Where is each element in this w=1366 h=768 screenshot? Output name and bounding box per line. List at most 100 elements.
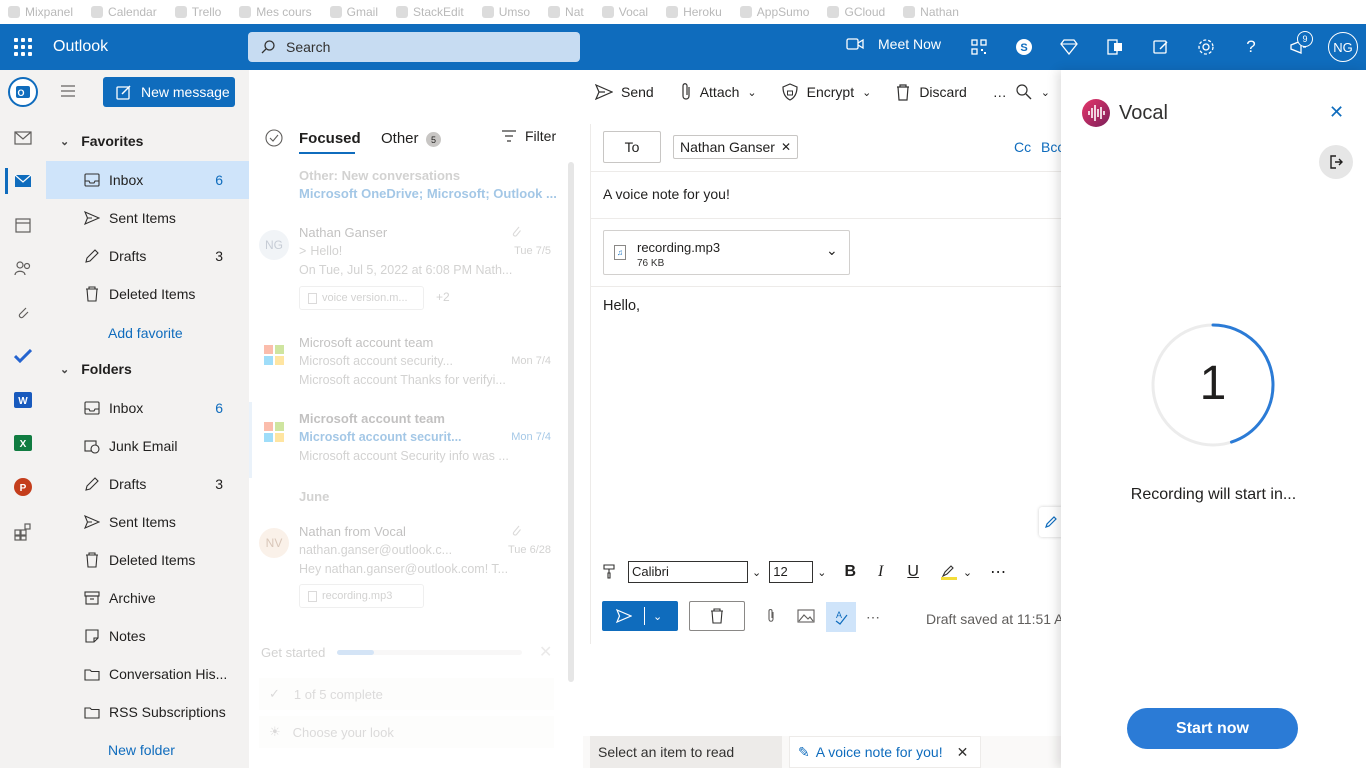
start-now-button[interactable]: Start now <box>1127 708 1298 749</box>
bookmark-item[interactable]: StackEdit <box>396 5 464 19</box>
list-scrollbar[interactable] <box>568 162 574 682</box>
other-banner-title[interactable]: Other: New conversations <box>299 168 460 183</box>
folder-item-inbox[interactable]: Inbox 6 <box>46 389 249 427</box>
recipient-chip[interactable]: Nathan Ganser ✕ <box>673 135 799 159</box>
mail-outline-icon[interactable] <box>0 120 46 156</box>
to-button[interactable]: To <box>603 131 661 163</box>
folder-item-junk-email[interactable]: Junk Email <box>46 427 249 465</box>
filter-button[interactable]: Filter <box>501 128 556 144</box>
font-family-input[interactable]: Calibri <box>628 561 748 583</box>
new-folder-link[interactable]: New folder <box>108 742 175 758</box>
chevron-down-icon[interactable]: ⌄ <box>752 566 761 579</box>
sign-out-icon[interactable] <box>1319 145 1353 179</box>
subject-field[interactable]: A voice note for you! <box>603 186 730 202</box>
folder-item-deleted-items[interactable]: Deleted Items <box>46 275 249 313</box>
list-item[interactable]: NV Nathan from Vocal nathan.ganser@outlo… <box>249 522 571 617</box>
folder-item-rss-subscriptions[interactable]: RSS Subscriptions <box>46 693 249 731</box>
more-apps-icon[interactable] <box>0 514 46 550</box>
excel-icon[interactable]: X <box>0 425 46 461</box>
bookmark-item[interactable]: GCloud <box>827 5 885 19</box>
discard-draft-button[interactable] <box>689 601 745 631</box>
todo-check-icon[interactable] <box>0 338 46 374</box>
bookmark-item[interactable]: Nathan <box>903 5 959 19</box>
remove-recipient-icon[interactable]: ✕ <box>781 140 791 154</box>
search-box[interactable]: Search <box>248 32 580 62</box>
more-options-zoom-button[interactable]: … ⌄ <box>993 83 1050 101</box>
bookmark-item[interactable]: Gmail <box>329 5 378 19</box>
skype-icon[interactable]: S <box>1013 36 1035 58</box>
word-icon[interactable]: W <box>0 382 46 418</box>
chevron-down-icon[interactable]: ⌄ <box>963 566 972 579</box>
folder-item-sent-items[interactable]: Sent Items <box>46 503 249 541</box>
add-favorite-link[interactable]: Add favorite <box>108 325 183 341</box>
user-avatar[interactable]: NG <box>1328 32 1358 62</box>
discard-button[interactable]: Discard <box>895 83 967 101</box>
attach-button[interactable]: Attach ⌄ <box>680 83 757 101</box>
settings-gear-icon[interactable] <box>1195 36 1217 58</box>
read-hint-tab[interactable]: Select an item to read <box>590 736 782 768</box>
collapse-menu-icon[interactable] <box>60 84 76 100</box>
bookmark-item[interactable]: Heroku <box>666 5 722 19</box>
italic-icon[interactable]: I <box>878 563 883 581</box>
attachment-chip[interactable]: voice version.m... <box>299 286 424 310</box>
folders-header[interactable]: ⌄ Folders <box>46 351 249 387</box>
bookmark-item[interactable]: Calendar <box>91 5 157 19</box>
message-body[interactable]: Hello, <box>603 298 640 314</box>
people-icon[interactable] <box>0 250 46 286</box>
folder-item-conversation-his[interactable]: Conversation His... <box>46 655 249 693</box>
qr-code-icon[interactable] <box>968 36 990 58</box>
tab-other[interactable]: Other <box>381 130 419 147</box>
bookmark-item[interactable]: Mes cours <box>239 5 312 19</box>
list-item[interactable]: NG Nathan Ganser > Hello! Tue 7/5 On Tue,… <box>249 220 571 320</box>
chevron-down-icon[interactable]: ⌄ <box>826 242 838 259</box>
outlook-logo-icon[interactable]: O <box>0 74 46 110</box>
editor-check-icon[interactable]: A <box>826 602 856 632</box>
folder-item-deleted-items[interactable]: Deleted Items <box>46 541 249 579</box>
highlighter-icon[interactable] <box>940 564 957 580</box>
select-all-circle-icon[interactable] <box>265 129 283 150</box>
close-tab-icon[interactable]: ✕ <box>957 744 969 761</box>
tab-focused[interactable]: Focused <box>299 130 361 147</box>
folder-item-drafts[interactable]: Drafts 3 <box>46 465 249 503</box>
close-panel-icon[interactable]: ✕ <box>1329 102 1344 123</box>
draft-tab[interactable]: ✎ A voice note for you! ✕ <box>789 736 981 768</box>
attachment-chip[interactable]: recording.mp3 <box>299 584 424 608</box>
choose-look-row[interactable]: ☀ Choose your look <box>259 716 554 748</box>
bold-icon[interactable]: B <box>844 563 856 581</box>
diamond-icon[interactable] <box>1058 36 1080 58</box>
attachment-icon[interactable] <box>0 294 46 330</box>
format-painter-icon[interactable] <box>601 563 619 582</box>
office-icon[interactable] <box>1104 36 1126 58</box>
send-toolbar-button[interactable]: Send <box>595 84 654 100</box>
list-item[interactable]: Microsoft account team Microsoft account… <box>249 332 571 402</box>
meet-now-button[interactable]: Meet Now <box>846 36 941 52</box>
bookmark-item[interactable]: Vocal <box>601 5 648 19</box>
bookmark-item[interactable]: AppSumo <box>739 5 809 19</box>
folder-item-inbox[interactable]: Inbox 6 <box>46 161 249 199</box>
other-banner-subtitle[interactable]: Microsoft OneDrive; Microsoft; Outlook .… <box>299 186 559 201</box>
encrypt-button[interactable]: Encrypt ⌄ <box>781 83 871 101</box>
folder-item-sent-items[interactable]: Sent Items <box>46 199 249 237</box>
more-actions-icon[interactable]: ⋯ <box>866 609 880 626</box>
chevron-down-icon[interactable]: ⌄ <box>817 566 826 579</box>
bcc-link[interactable]: Bcc <box>1041 139 1062 155</box>
cc-link[interactable]: Cc <box>1014 139 1031 155</box>
help-icon[interactable]: ? <box>1240 36 1262 58</box>
chevron-down-icon[interactable]: ⌄ <box>653 610 662 623</box>
new-message-button[interactable]: New message <box>103 77 235 107</box>
underline-icon[interactable]: U <box>907 563 919 581</box>
folder-item-drafts[interactable]: Drafts 3 <box>46 237 249 275</box>
list-item[interactable]: Microsoft account team Microsoft account… <box>249 402 571 478</box>
compose-note-icon[interactable] <box>1150 36 1172 58</box>
paperclip-icon[interactable] <box>766 608 776 627</box>
favorites-header[interactable]: ⌄ Favorites <box>46 123 249 159</box>
close-icon[interactable]: ✕ <box>539 642 552 662</box>
bookmark-item[interactable]: Mixpanel <box>8 5 73 19</box>
font-size-input[interactable]: 12 <box>769 561 814 583</box>
send-split-button[interactable]: ⌄ <box>602 601 678 631</box>
bookmark-item[interactable]: Umso <box>481 5 530 19</box>
folder-item-archive[interactable]: Archive <box>46 579 249 617</box>
image-icon[interactable] <box>797 609 815 626</box>
folder-item-notes[interactable]: Notes <box>46 617 249 655</box>
powerpoint-icon[interactable]: P <box>0 469 46 505</box>
